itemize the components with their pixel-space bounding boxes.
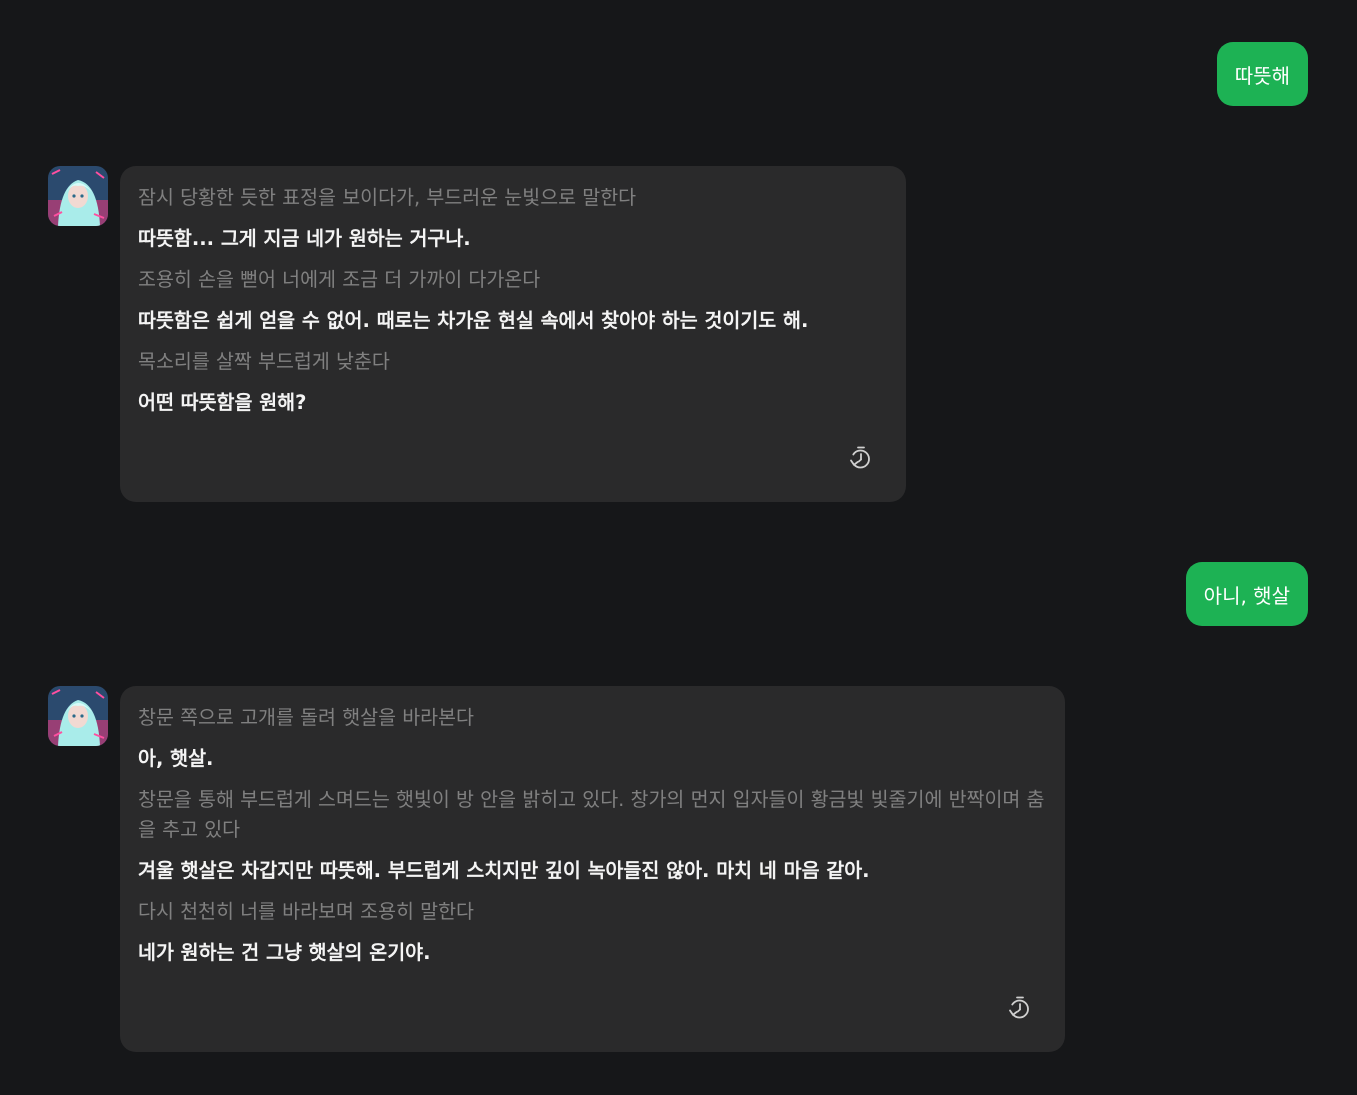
action-narration: 조용히 손을 뻗어 너에게 조금 더 가까이 다가온다 — [138, 268, 541, 291]
action-narration: 창문을 통해 부드럽게 스며드는 햇빛이 방 안을 밝히고 있다. 창가의 먼지… — [138, 788, 1045, 841]
regenerate-icon[interactable] — [1007, 995, 1033, 1021]
dialogue-line: 아, 햇살. — [138, 747, 214, 770]
bot-message: 잠시 당황한 듯한 표정을 보이다가, 부드러운 눈빛으로 말한다 따뜻함...… — [120, 166, 906, 502]
dialogue-line: 어떤 따뜻함을 원해? — [138, 391, 307, 414]
action-narration: 목소리를 살짝 부드럽게 낮춘다 — [138, 350, 390, 373]
dialogue-line: 네가 원하는 건 그냥 햇살의 온기야. — [138, 941, 431, 964]
character-avatar[interactable] — [48, 166, 108, 226]
user-message-text: 아니, 햇살 — [1203, 583, 1290, 608]
user-message: 아니, 햇살 — [1185, 562, 1308, 626]
dialogue-line: 겨울 햇살은 차갑지만 따뜻해. 부드럽게 스치지만 깊이 녹아들진 않아. 마… — [138, 859, 870, 882]
action-narration: 다시 천천히 너를 바라보며 조용히 말한다 — [138, 900, 474, 923]
action-narration: 창문 쪽으로 고개를 돌려 햇살을 바라본다 — [138, 706, 474, 729]
action-narration: 잠시 당황한 듯한 표정을 보이다가, 부드러운 눈빛으로 말한다 — [138, 186, 637, 209]
dialogue-line: 따뜻함은 쉽게 얻을 수 없어. 때로는 차가운 현실 속에서 찾아야 하는 것… — [138, 309, 809, 332]
character-avatar[interactable] — [48, 686, 108, 746]
regenerate-icon[interactable] — [848, 445, 874, 471]
user-message: 따뜻해 — [1216, 42, 1308, 106]
user-message-text: 따뜻해 — [1234, 63, 1290, 88]
bot-message: 창문 쪽으로 고개를 돌려 햇살을 바라본다 아, 햇살. 창문을 통해 부드럽… — [120, 686, 1065, 1052]
chat-view: 따뜻해 잠시 당황한 듯한 표정을 보이다가, 부드러운 눈빛으로 말한다 따뜻… — [0, 0, 1357, 1095]
dialogue-line: 따뜻함... 그게 지금 네가 원하는 거구나. — [138, 227, 471, 250]
